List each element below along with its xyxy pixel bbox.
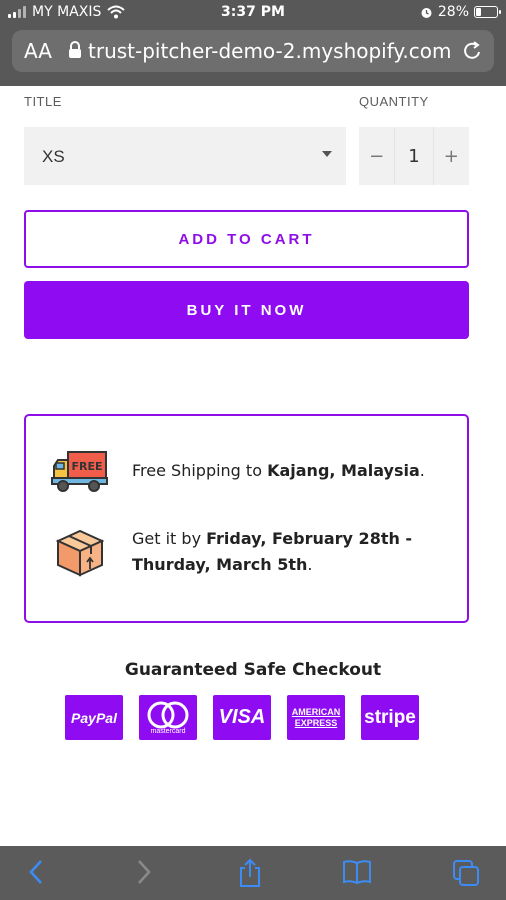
reload-icon[interactable] [462,40,484,62]
status-bar: MY MAXIS 3:37 PM 28% [0,0,506,26]
title-label: TITLE [24,94,62,109]
battery-icon [474,6,501,18]
quantity-label: QUANTITY [359,94,429,109]
quantity-stepper[interactable]: − 1 + [359,127,469,185]
delivery-truck-icon: FREE [51,451,108,492]
buy-it-now-button[interactable]: BUY IT NOW [24,281,469,339]
tabs-icon[interactable] [451,858,481,888]
package-box-icon [55,529,105,577]
shipping-row: FREE Free Shipping to Kajang, Malaysia. [50,446,447,496]
amex-badge: AMERICAN EXPRESS [287,695,345,740]
paypal-badge: PayPal [65,695,123,740]
url-text[interactable]: trust-pitcher-demo-2.myshopify.com [88,39,452,63]
title-select[interactable]: XS [24,127,346,185]
quantity-value[interactable]: 1 [394,127,434,185]
lock-icon [69,41,81,58]
free-shipping-text: Free Shipping to Kajang, Malaysia. [132,461,425,480]
title-select-value: XS [42,147,65,166]
mastercard-badge: mastercard [139,695,197,740]
free-badge-text: FREE [71,460,102,473]
shipping-info-box: FREE Free Shipping to Kajang, Malaysia. … [24,414,469,623]
browser-toolbar [0,846,506,900]
quantity-minus-button[interactable]: − [359,127,394,185]
bookmarks-icon[interactable] [341,858,373,886]
delivery-row: Get it by Friday, February 28th - Thurda… [50,526,447,578]
address-bar[interactable]: AA trust-pitcher-demo-2.myshopify.com [12,30,494,72]
share-icon[interactable] [236,858,264,888]
stripe-badge: stripe [361,695,419,740]
visa-badge: VISA [213,695,271,740]
shipping-location: Kajang, Malaysia [267,461,420,480]
battery-percent: 28% [437,4,469,20]
text-size-button[interactable]: AA [24,39,52,63]
add-to-cart-button[interactable]: ADD TO CART [24,210,469,268]
chevron-down-icon [322,151,332,157]
browser-chrome: MY MAXIS 3:37 PM 28% AA trust-pitcher-de… [0,0,506,86]
alarm-icon [421,7,432,18]
guaranteed-checkout-title: Guaranteed Safe Checkout [124,660,382,680]
forward-icon[interactable] [134,858,154,886]
mastercard-logo-icon [147,701,189,729]
back-icon[interactable] [26,858,46,886]
quantity-plus-button[interactable]: + [434,127,469,185]
delivery-estimate-text: Get it by Friday, February 28th - Thurda… [132,529,413,574]
